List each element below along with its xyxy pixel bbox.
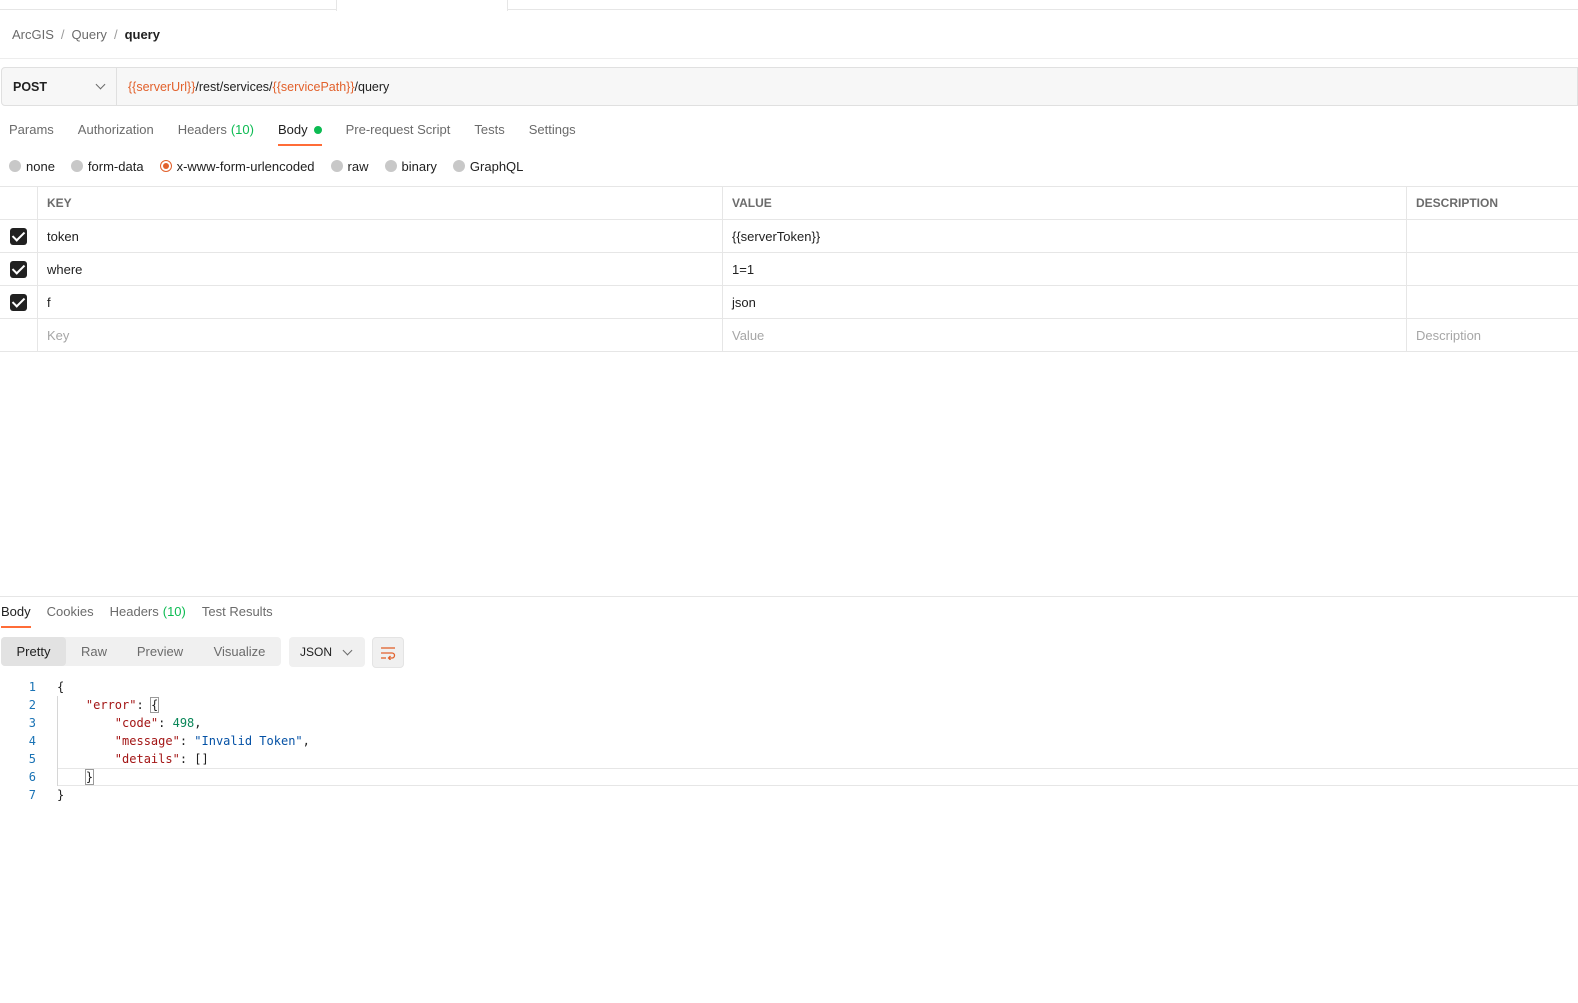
breadcrumb: ArcGIS / Query / query xyxy=(12,26,160,42)
code-line: 2 "error": { xyxy=(0,696,1578,714)
table-row: token {{serverToken}} xyxy=(0,220,1578,253)
row-enabled-checkbox[interactable] xyxy=(10,227,27,245)
row-enabled-checkbox[interactable] xyxy=(10,260,27,278)
request-tabs: Params Authorization Headers (10) Body Pr… xyxy=(9,122,600,146)
description-cell[interactable] xyxy=(1407,286,1578,318)
breadcrumb-separator: / xyxy=(113,26,118,42)
tab-body[interactable]: Body xyxy=(277,122,322,146)
breadcrumb-separator: / xyxy=(60,26,65,42)
method-label: POST xyxy=(13,79,48,94)
line-number: 6 xyxy=(28,770,36,784)
line-number: 2 xyxy=(28,698,36,712)
radio-circle xyxy=(384,160,397,172)
tab-tests[interactable]: Tests xyxy=(474,122,504,146)
chevron-down-icon xyxy=(95,79,106,90)
breadcrumb-item-collection[interactable]: ArcGIS xyxy=(12,27,54,42)
url-variable: {{servicePath}} xyxy=(272,79,355,94)
response-tabs: Body Cookies Headers (10) Test Results xyxy=(1,604,289,628)
response-tab-body[interactable]: Body xyxy=(1,604,31,628)
radio-graphql[interactable]: GraphQL xyxy=(452,159,523,174)
new-param-row: Key Value Description xyxy=(0,319,1578,352)
key-cell[interactable]: where xyxy=(38,253,723,285)
radio-binary[interactable]: binary xyxy=(384,159,437,174)
radio-circle xyxy=(330,160,343,172)
column-header-description: DESCRIPTION xyxy=(1416,196,1499,210)
radio-form-data[interactable]: form-data xyxy=(70,159,144,174)
body-indicator-dot xyxy=(313,126,322,134)
tab-settings[interactable]: Settings xyxy=(529,122,576,146)
url-segment: /query xyxy=(354,79,390,94)
line-number: 1 xyxy=(28,680,36,694)
line-number: 7 xyxy=(28,788,36,802)
key-cell[interactable]: f xyxy=(38,286,723,318)
url-input[interactable]: {{serverUrl}}/rest/services/{{servicePat… xyxy=(117,68,389,105)
radio-circle xyxy=(9,160,21,172)
line-number: 5 xyxy=(28,752,36,766)
headers-count: (10) xyxy=(230,122,254,137)
radio-x-www-form-urlencoded[interactable]: x-www-form-urlencoded xyxy=(159,159,315,174)
request-bar: POST {{serverUrl}}/rest/services/{{servi… xyxy=(1,67,1578,106)
code-line: 3 "code": 498, xyxy=(0,714,1578,732)
header-checkbox-column xyxy=(0,187,38,219)
table-row: f json xyxy=(0,286,1578,319)
line-number: 3 xyxy=(28,716,36,730)
tab-params[interactable]: Params xyxy=(9,122,54,146)
new-description-input[interactable]: Description xyxy=(1407,319,1578,351)
tab-strip xyxy=(0,0,1578,11)
value-cell[interactable]: 1=1 xyxy=(723,253,1407,285)
wrap-lines-icon xyxy=(381,646,396,660)
breadcrumb-item-request[interactable]: query xyxy=(125,27,160,42)
column-header-key: KEY xyxy=(38,187,723,219)
response-body-editor[interactable]: 1 { 2 "error": { 3 "code": 498, 4 "messa… xyxy=(0,678,1578,804)
active-request-tab[interactable] xyxy=(336,0,508,11)
radio-none[interactable]: none xyxy=(9,159,55,174)
value-cell[interactable]: {{serverToken}} xyxy=(723,220,1407,252)
url-segment: /rest/services/ xyxy=(195,79,273,94)
response-headers-count: (10) xyxy=(162,604,186,619)
response-tab-cookies[interactable]: Cookies xyxy=(47,604,94,628)
view-pretty[interactable]: Pretty xyxy=(1,637,66,666)
table-row: where 1=1 xyxy=(0,253,1578,286)
code-line: 6 } xyxy=(0,768,1578,786)
tab-pre-request-script[interactable]: Pre-request Script xyxy=(346,122,451,146)
code-line: 7 } xyxy=(0,786,1578,804)
code-line: 1 { xyxy=(0,678,1578,696)
response-pane-divider[interactable] xyxy=(0,596,1578,597)
table-header-row: KEY VALUE DESCRIPTION xyxy=(0,187,1578,220)
key-cell[interactable]: token xyxy=(38,220,723,252)
tab-authorization[interactable]: Authorization xyxy=(78,122,154,146)
column-header-value: VALUE xyxy=(723,187,1407,219)
header-divider xyxy=(0,58,1578,59)
format-label: JSON xyxy=(300,645,333,659)
wrap-lines-button[interactable] xyxy=(372,637,404,668)
breadcrumb-item-folder[interactable]: Query xyxy=(72,27,107,42)
tab-headers[interactable]: Headers (10) xyxy=(178,122,254,146)
view-preview[interactable]: Preview xyxy=(122,637,198,666)
new-value-input[interactable]: Value xyxy=(723,319,1407,351)
radio-raw[interactable]: raw xyxy=(330,159,369,174)
body-type-radio-group: none form-data x-www-form-urlencoded raw… xyxy=(9,158,539,174)
url-variable: {{serverUrl}} xyxy=(128,79,196,94)
response-tab-test-results[interactable]: Test Results xyxy=(202,604,273,628)
code-line: 4 "message": "Invalid Token", xyxy=(0,732,1578,750)
radio-circle-selected xyxy=(159,160,172,172)
description-cell[interactable] xyxy=(1407,253,1578,285)
value-cell[interactable]: json xyxy=(723,286,1407,318)
format-select[interactable]: JSON xyxy=(289,637,365,667)
response-view-mode: Pretty Raw Preview Visualize xyxy=(1,637,281,666)
new-key-input[interactable]: Key xyxy=(38,319,723,351)
method-select[interactable]: POST xyxy=(2,68,117,105)
view-visualize[interactable]: Visualize xyxy=(198,637,281,666)
line-number: 4 xyxy=(28,734,36,748)
response-tab-headers[interactable]: Headers (10) xyxy=(110,604,186,628)
code-line: 5 "details": [] xyxy=(0,750,1578,768)
radio-circle xyxy=(70,160,83,172)
radio-circle xyxy=(452,160,465,172)
description-cell[interactable] xyxy=(1407,220,1578,252)
params-table: KEY VALUE DESCRIPTION token {{serverToke… xyxy=(0,186,1578,352)
chevron-down-icon xyxy=(342,645,353,655)
row-enabled-checkbox[interactable] xyxy=(10,293,27,311)
view-raw[interactable]: Raw xyxy=(66,637,122,666)
